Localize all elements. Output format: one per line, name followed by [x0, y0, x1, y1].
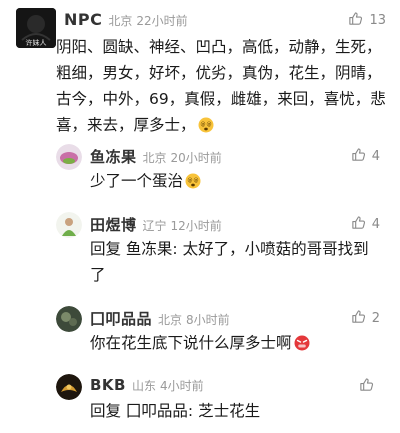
username[interactable]: NPC: [64, 10, 102, 29]
like-button[interactable]: 13: [348, 11, 386, 30]
location: 辽宁: [142, 219, 167, 233]
comment-meta: 辽宁 12小时前: [143, 217, 222, 234]
like-button[interactable]: 4: [351, 147, 380, 166]
username[interactable]: BKB: [90, 376, 126, 394]
comment-text-container: 少了一个蛋治 @ @: [90, 168, 380, 194]
comment-text-container: 你在花生底下说什么厚多士啊: [90, 330, 380, 356]
comment-item: 田煜博 辽宁 12小时前 4 回复 鱼冻果: 太好了，小喷菇的哥哥找到了: [0, 208, 400, 293]
like-count: 13: [369, 13, 386, 28]
svg-text:@: @: [206, 122, 211, 128]
comment-meta: 北京 22小时前: [108, 12, 187, 29]
username[interactable]: 鱼冻果: [90, 146, 137, 167]
timestamp: 22小时前: [136, 14, 188, 28]
like-count: 4: [371, 217, 380, 232]
timestamp: 12小时前: [170, 219, 222, 233]
avatar[interactable]: [56, 306, 82, 332]
avatar[interactable]: 许妹人: [16, 8, 56, 48]
comment-text: 少了一个蛋治: [90, 172, 184, 190]
comment-meta: 北京 20小时前: [143, 149, 222, 166]
comment-meta: 北京 8小时前: [158, 311, 230, 328]
svg-text:@: @: [200, 122, 205, 128]
comment-item: BKB 山东 4小时前 回复 囗叩品品: 芝士花生: [0, 370, 400, 430]
timestamp: 8小时前: [186, 313, 230, 327]
thumbs-up-icon: [351, 215, 372, 234]
thumbs-up-icon: [351, 309, 372, 328]
thumbs-up-icon: [359, 377, 380, 396]
comment-item: 囗叩品品 北京 8小时前 2 你在花生底下说什么厚多士啊: [0, 302, 400, 362]
dizzy-face-icon: @ @: [198, 117, 214, 133]
comment-text-container: 回复 囗叩品品: 芝士花生: [90, 398, 380, 424]
timestamp: 4小时前: [160, 379, 204, 393]
comment-meta: 山东 4小时前: [132, 377, 204, 394]
location: 山东: [132, 379, 157, 393]
like-count: 4: [371, 149, 380, 164]
comment-text: 你在花生底下说什么厚多士啊: [90, 334, 292, 352]
comment-item: 鱼冻果 北京 20小时前 4 少了一个蛋治 @ @: [0, 140, 400, 200]
like-button[interactable]: 4: [351, 215, 380, 234]
comment-text: 回复 鱼冻果: 太好了，小喷菇的哥哥找到了: [90, 240, 369, 284]
comment-text: 阴阳、圆缺、神经、凹凸，高低，动静，生死，粗细，男女，好坏，优劣，真伪，花生，阴…: [56, 38, 386, 134]
avatar[interactable]: [56, 144, 82, 170]
avatar-text: 许妹人: [26, 38, 47, 47]
avatar[interactable]: [56, 374, 82, 400]
svg-text:@: @: [194, 178, 199, 184]
comment-text-container: 回复 鱼冻果: 太好了，小喷菇的哥哥找到了: [90, 236, 380, 288]
dizzy-face-icon: @ @: [185, 173, 201, 189]
angry-face-icon: [294, 335, 310, 351]
thumbs-up-icon: [351, 147, 372, 166]
thumbs-up-icon: [348, 11, 369, 30]
location: 北京: [108, 14, 133, 28]
comment-item: 许妹人 NPC 北京 22小时前 13 阴阳、圆缺、神经、凹凸，高低，动静，生死，…: [0, 0, 400, 135]
comment-text: 回复 囗叩品品: 芝士花生: [90, 402, 261, 420]
timestamp: 20小时前: [170, 151, 222, 165]
like-button[interactable]: 2: [351, 309, 380, 328]
username[interactable]: 囗叩品品: [90, 308, 152, 329]
location: 北京: [142, 151, 167, 165]
svg-text:@: @: [188, 178, 193, 184]
location: 北京: [158, 313, 183, 327]
avatar[interactable]: [56, 212, 82, 238]
like-count: 2: [371, 311, 380, 326]
like-button[interactable]: [359, 377, 380, 396]
username[interactable]: 田煜博: [90, 214, 137, 235]
comment-text-container: 阴阳、圆缺、神经、凹凸，高低，动静，生死，粗细，男女，好坏，优劣，真伪，花生，阴…: [56, 34, 386, 138]
